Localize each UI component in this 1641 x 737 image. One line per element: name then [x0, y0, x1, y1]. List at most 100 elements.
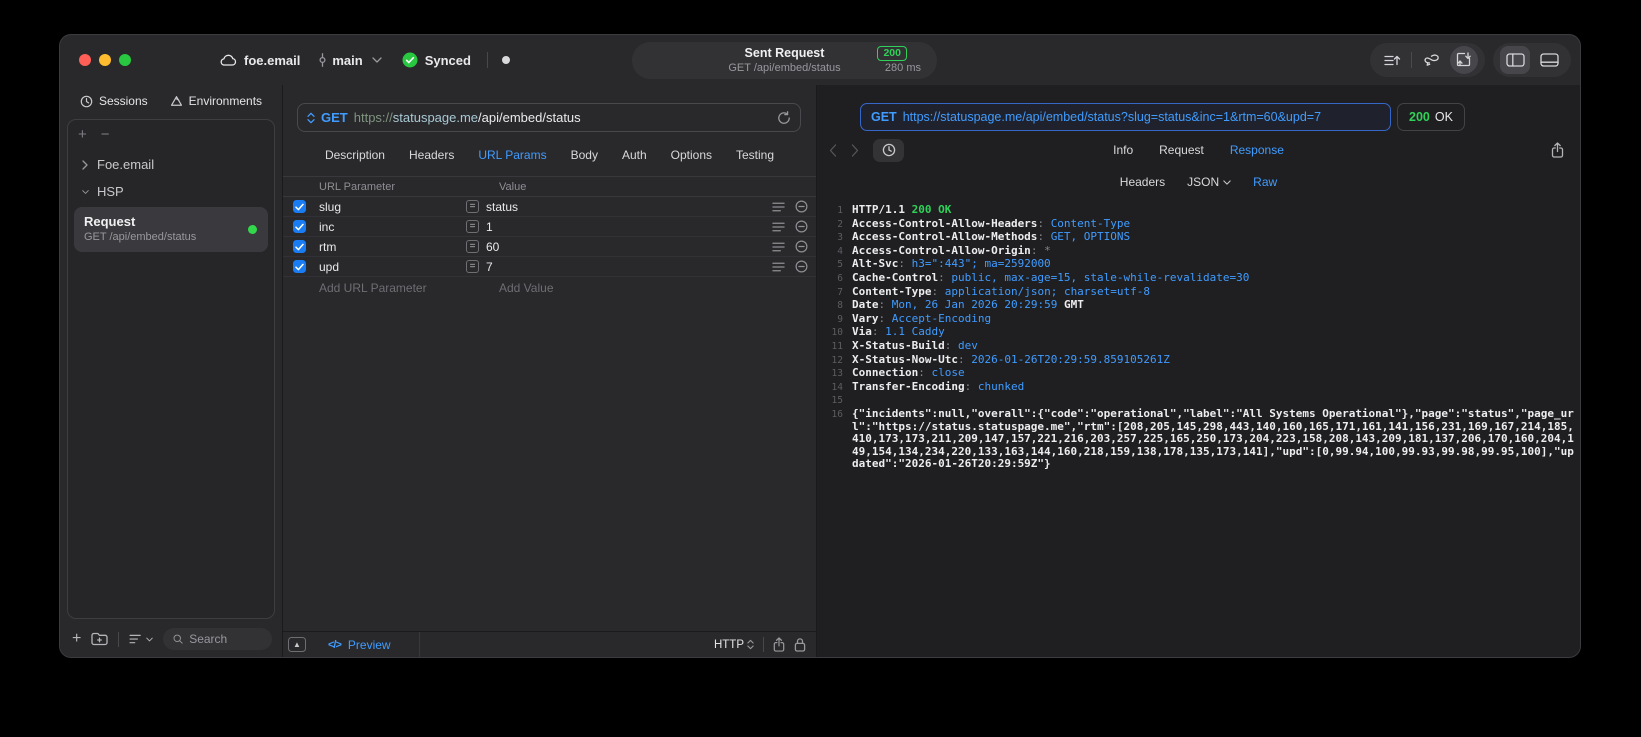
row-options-icon[interactable] [772, 242, 785, 252]
sync-status[interactable]: Synced [402, 52, 471, 68]
sort-requests-button[interactable] [1377, 46, 1407, 74]
search-input[interactable] [189, 632, 262, 646]
remove-param-button[interactable] [795, 200, 808, 213]
request-method[interactable]: GET [321, 110, 348, 125]
add-value-placeholder[interactable]: Add Value [499, 281, 554, 295]
remove-param-button[interactable] [795, 220, 808, 233]
add-param-row[interactable]: Add URL Parameter Add Value [283, 277, 816, 298]
request-tab-auth[interactable]: Auth [622, 148, 647, 162]
params-header-row: URL Parameter Value [283, 176, 816, 197]
response-code[interactable]: 1 HTTP/1.1 200 OK 2 Access-Control-Allow-He… [817, 195, 1580, 657]
add-url-parameter-placeholder[interactable]: Add URL Parameter [319, 281, 479, 295]
request-tab-testing[interactable]: Testing [736, 148, 774, 162]
toggle-sidebar-button[interactable] [1500, 46, 1530, 74]
response-line-text: Cache-Control: public, max-age=15, stale… [852, 270, 1250, 284]
line-number: 10 [831, 327, 843, 339]
protocol-selector[interactable]: HTTP [714, 639, 754, 651]
remove-param-button[interactable] [795, 260, 808, 273]
response-tab-info[interactable]: Info [1113, 143, 1133, 157]
param-name-field[interactable]: rtm [319, 240, 466, 254]
param-name-field[interactable]: inc [319, 220, 466, 234]
bottom-panel-icon [1539, 53, 1559, 67]
param-enabled-checkbox[interactable] [293, 200, 306, 213]
tab-sessions[interactable]: Sessions [80, 94, 148, 108]
response-line: 1 HTTP/1.1 200 OK [825, 203, 1576, 218]
line-number: 15 [831, 395, 843, 407]
request-tab-options[interactable]: Options [671, 148, 712, 162]
response-tab-response[interactable]: Response [1230, 143, 1284, 157]
tab-environments[interactable]: Environments [170, 94, 262, 108]
tree-item-hsp[interactable]: HSP [74, 178, 268, 205]
project-switcher[interactable]: foe.email [219, 53, 300, 68]
param-value-field[interactable]: 1 [486, 220, 772, 234]
branch-switcher[interactable]: main [318, 53, 382, 68]
param-row-upd: upd = 7 [283, 257, 816, 277]
column-url-parameter: URL Parameter [319, 180, 396, 193]
request-tab-description[interactable]: Description [325, 148, 385, 162]
toggle-bottom-panel-button[interactable] [1534, 46, 1564, 74]
import-export-button[interactable] [1450, 46, 1478, 74]
new-folder-icon[interactable] [91, 632, 108, 646]
new-request-button[interactable]: + [72, 630, 81, 648]
lock-icon[interactable] [794, 637, 806, 652]
response-line-text: X-Status-Build: dev [852, 338, 978, 352]
preview-toggle[interactable]: </> Preview [328, 638, 391, 652]
response-top-row: GET https://statuspage.me/api/embed/stat… [817, 103, 1580, 131]
response-subtab-raw[interactable]: Raw [1253, 175, 1277, 189]
line-number: 6 [837, 272, 843, 284]
param-value-field[interactable]: 7 [486, 260, 772, 274]
tab-environments-label: Environments [188, 94, 263, 108]
response-tab-request[interactable]: Request [1159, 143, 1204, 157]
zoom-window-button[interactable] [119, 54, 131, 66]
param-value-field[interactable]: status [486, 200, 772, 214]
request-tab-headers[interactable]: Headers [409, 148, 454, 162]
row-options-icon[interactable] [772, 222, 785, 232]
request-tab-body[interactable]: Body [571, 148, 598, 162]
column-value: Value [499, 180, 527, 193]
add-session-button[interactable]: + [78, 126, 87, 143]
param-value-field[interactable]: 60 [486, 240, 772, 254]
preview-label: Preview [347, 637, 391, 652]
remove-param-button[interactable] [795, 240, 808, 253]
remove-session-button[interactable]: − [101, 126, 110, 143]
sent-request-summary[interactable]: Sent Request 200 GET /api/embed/status 2… [632, 42, 937, 79]
resend-request-button[interactable] [777, 110, 791, 125]
param-enabled-checkbox[interactable] [293, 240, 306, 253]
list-options-button[interactable] [129, 634, 154, 645]
param-name-field[interactable]: slug [319, 200, 466, 214]
row-options-icon[interactable] [772, 202, 785, 212]
request-list-item-selected[interactable]: Request GET /api/embed/status [74, 207, 268, 252]
equals-icon: = [466, 220, 479, 233]
titlebar-actions [1370, 43, 1571, 77]
sidebar-tabs: Sessions Environments [60, 85, 282, 117]
chevron-down-icon [146, 637, 154, 641]
export-response-button[interactable] [1551, 142, 1564, 158]
tree-item-foe-email[interactable]: Foe.email [74, 151, 268, 178]
code-icon: </> [328, 638, 342, 651]
request-url-bar[interactable]: GET https://statuspage.me/api/embed/stat… [297, 103, 801, 132]
param-row-inc: inc = 1 [283, 217, 816, 237]
param-name-field[interactable]: upd [319, 260, 466, 274]
minimize-window-button[interactable] [99, 54, 111, 66]
sort-lines-up-icon [1383, 55, 1400, 65]
collapse-panel-button[interactable]: ▲ [288, 637, 306, 652]
response-subtab-json[interactable]: JSON [1187, 175, 1231, 189]
equals-icon: = [466, 200, 479, 213]
response-subtab-headers[interactable]: Headers [1120, 175, 1165, 189]
request-tab-url-params[interactable]: URL Params [478, 148, 546, 162]
sidebar-search[interactable] [163, 628, 272, 650]
response-line-text: Content-Type: application/json; charset=… [852, 284, 1151, 298]
url-scheme: https:// [353, 110, 393, 125]
lasso-select-button[interactable] [1416, 46, 1446, 74]
close-window-button[interactable] [79, 54, 91, 66]
protocol-label: HTTP [713, 638, 744, 651]
footer-separator [118, 631, 120, 647]
row-options-icon[interactable] [772, 262, 785, 272]
footer-separator [763, 637, 764, 652]
sent-request-url-box[interactable]: GET https://statuspage.me/api/embed/stat… [860, 103, 1391, 131]
response-subtab-label: JSON [1187, 175, 1220, 189]
method-selector-icon[interactable] [307, 112, 315, 124]
param-enabled-checkbox[interactable] [293, 220, 306, 233]
share-icon[interactable] [773, 637, 785, 652]
param-enabled-checkbox[interactable] [293, 260, 306, 273]
